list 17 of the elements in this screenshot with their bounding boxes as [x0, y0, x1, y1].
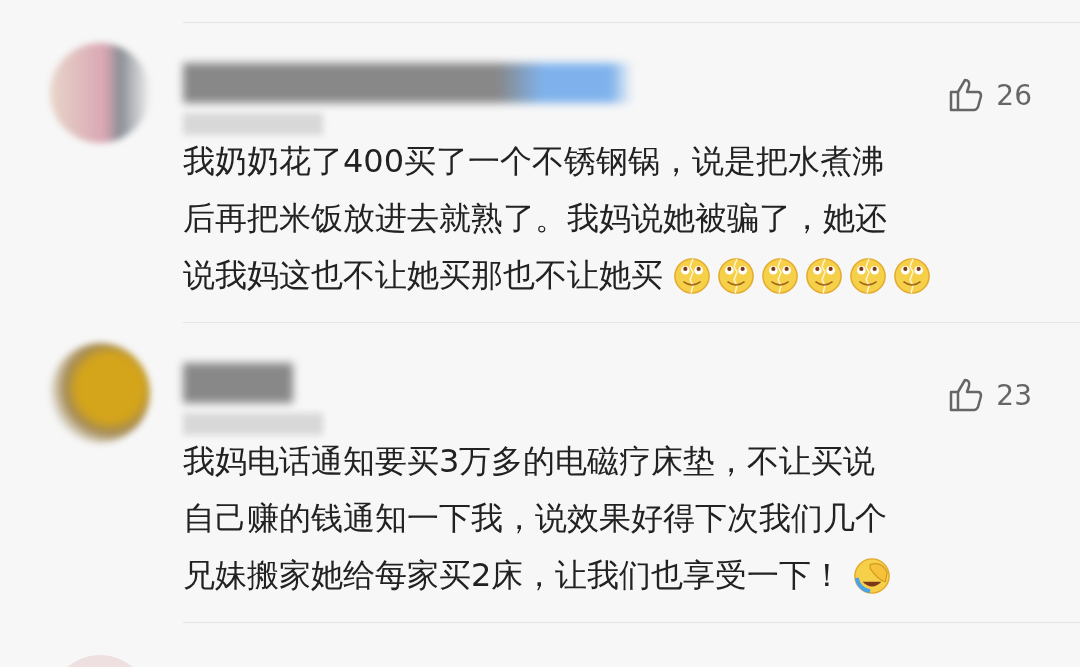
comment-text: 我奶奶花了400买了一个不锈钢锅，说是把水煮沸: [183, 140, 885, 182]
smiley-icon: [893, 256, 931, 295]
thumbs-up-icon[interactable]: [948, 377, 985, 413]
smiley-icon: [717, 256, 755, 295]
crying-face-icon: [853, 556, 892, 595]
comment-text: 自己赚的钱通知一下我，说效果好得下次我们几个: [183, 497, 887, 539]
smiley-icon: [805, 256, 843, 295]
smiley-icon: [761, 256, 799, 295]
like-count: 26: [996, 78, 1032, 112]
comment-text: 说我妈这也不让她买那也不让她买: [183, 254, 663, 296]
like-count: 23: [996, 378, 1032, 412]
smiley-icon: [673, 256, 711, 295]
comment-text: 兄妹搬家她给每家买2床，让我们也享受一下！: [183, 554, 844, 596]
comment-text: 我妈电话通知要买3万多的电磁疗床垫，不让买说: [183, 440, 876, 482]
smiley-icon: [849, 256, 887, 295]
thumbs-up-icon[interactable]: [948, 77, 985, 113]
comment-text: 后再把米饭放进去就熟了。我妈说她被骗了，她还: [183, 197, 887, 239]
